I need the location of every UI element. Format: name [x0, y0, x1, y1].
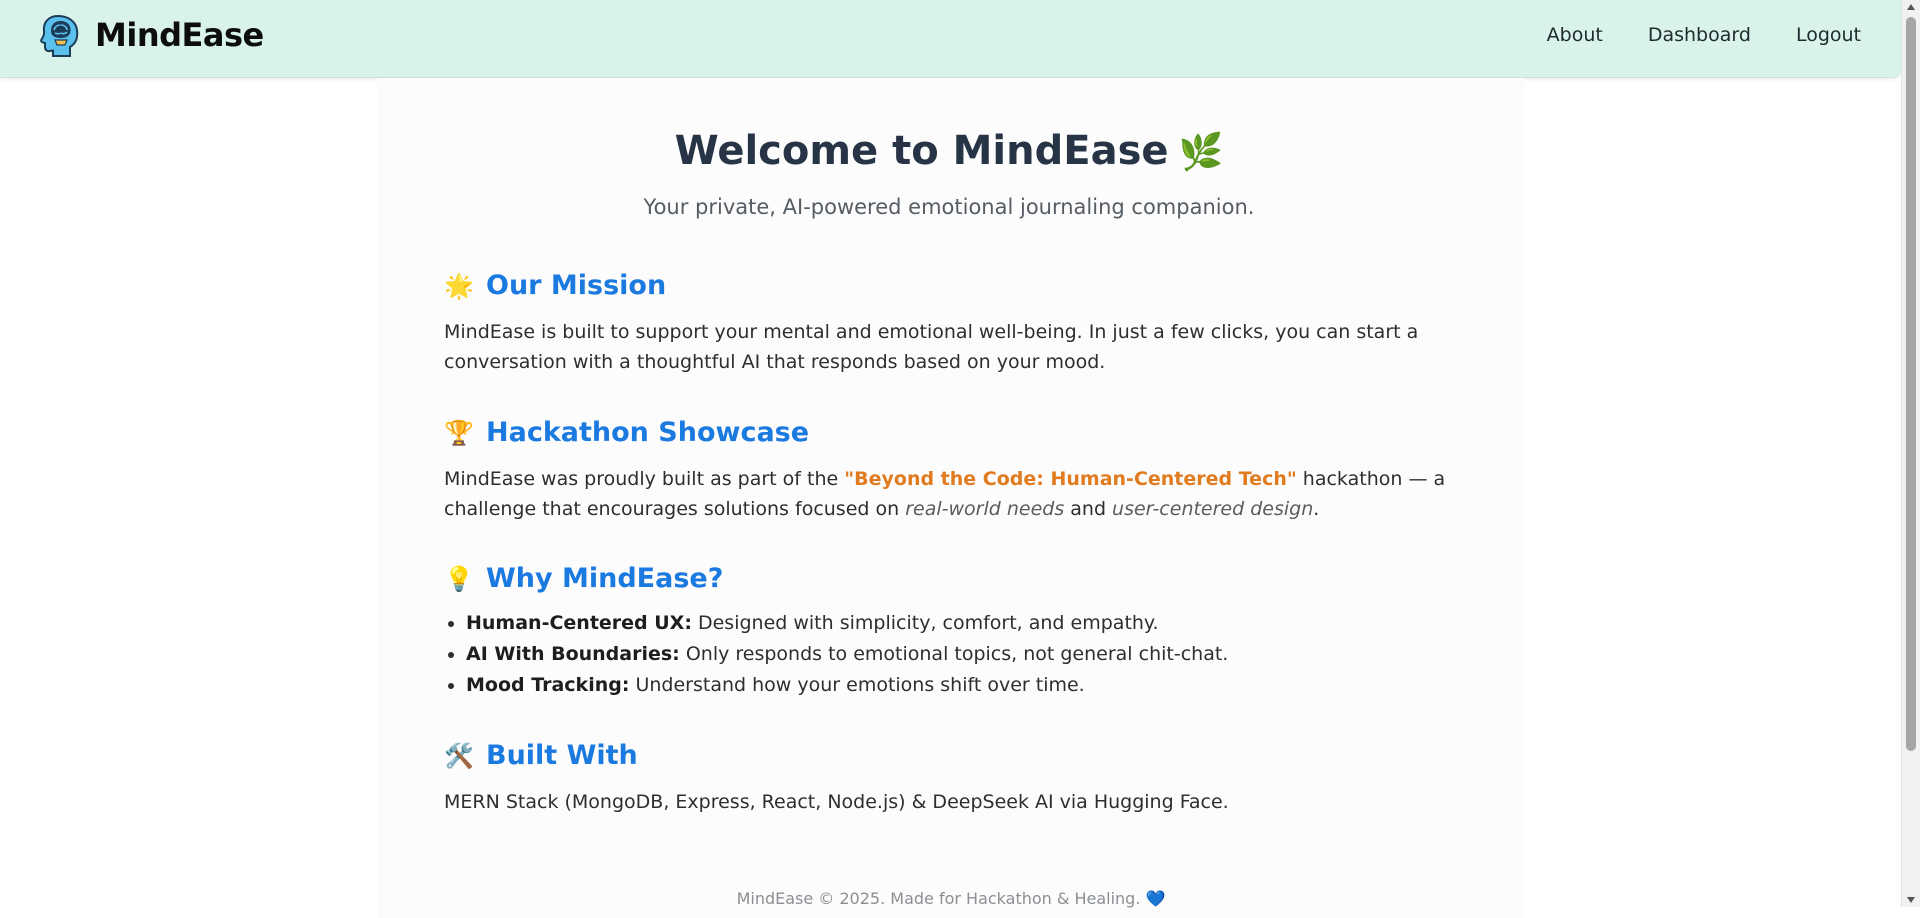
- page-title: Welcome to MindEase 🌿: [444, 128, 1454, 174]
- mission-heading-text: Our Mission: [486, 270, 667, 301]
- hackathon-text-part: and: [1064, 498, 1113, 520]
- footer: MindEase © 2025. Made for Hackathon & He…: [378, 889, 1524, 908]
- brand-link[interactable]: MindEase: [38, 12, 264, 58]
- nav-dashboard-link[interactable]: Dashboard: [1648, 24, 1751, 46]
- mission-section: 🌟 Our Mission MindEase is built to suppo…: [444, 270, 1454, 377]
- why-section: 💡 Why MindEase? Human-Centered UX: Desig…: [444, 563, 1454, 701]
- scroll-up-arrow-icon[interactable]: [1907, 4, 1915, 10]
- page-title-text: Welcome to MindEase: [674, 128, 1169, 174]
- nav-links: About Dashboard Logout: [1547, 24, 1861, 46]
- why-heading-text: Why MindEase?: [486, 563, 724, 594]
- tools-icon: 🛠️: [444, 741, 474, 770]
- vertical-scrollbar[interactable]: [1901, 0, 1920, 907]
- nav-about-link[interactable]: About: [1547, 24, 1603, 46]
- blue-heart-icon: 💙: [1145, 889, 1166, 908]
- scroll-thumb[interactable]: [1906, 17, 1916, 751]
- navbar: MindEase About Dashboard Logout: [0, 0, 1902, 78]
- feature-label: AI With Boundaries:: [466, 643, 680, 665]
- hackathon-name-highlight: "Beyond the Code: Human-Centered Tech": [844, 468, 1297, 490]
- hackathon-heading: 🏆 Hackathon Showcase: [444, 417, 1454, 448]
- feature-label: Mood Tracking:: [466, 674, 630, 696]
- hackathon-text-part: MindEase was proudly built as part of th…: [444, 468, 845, 490]
- brand-name: MindEase: [95, 16, 264, 54]
- lightbulb-icon: 💡: [444, 564, 474, 593]
- feature-list: Human-Centered UX: Designed with simplic…: [444, 608, 1454, 701]
- hackathon-text: MindEase was proudly built as part of th…: [444, 464, 1454, 524]
- feature-text: Understand how your emotions shift over …: [629, 674, 1085, 696]
- mission-text: MindEase is built to support your mental…: [444, 321, 1419, 373]
- scroll-down-arrow-icon[interactable]: [1907, 897, 1915, 903]
- list-item: Human-Centered UX: Designed with simplic…: [466, 608, 1454, 639]
- star-icon: 🌟: [444, 271, 474, 300]
- hackathon-section: 🏆 Hackathon Showcase MindEase was proudl…: [444, 417, 1454, 524]
- mission-heading: 🌟 Our Mission: [444, 270, 1454, 301]
- page-subtitle: Your private, AI-powered emotional journ…: [643, 195, 1255, 219]
- user-centered-design-emphasis: user-centered design: [1112, 498, 1314, 520]
- nav-logout-link[interactable]: Logout: [1796, 24, 1861, 46]
- leaf-icon: 🌿: [1178, 132, 1224, 173]
- footer-text: MindEase © 2025. Made for Hackathon & He…: [736, 889, 1141, 908]
- trophy-icon: 🏆: [444, 418, 474, 447]
- built-with-section: 🛠️ Built With MERN Stack (MongoDB, Expre…: [444, 740, 1454, 817]
- list-item: AI With Boundaries: Only responds to emo…: [466, 639, 1454, 670]
- why-heading: 💡 Why MindEase?: [444, 563, 1454, 594]
- built-with-text: MERN Stack (MongoDB, Express, React, Nod…: [444, 791, 1229, 813]
- brain-head-logo-icon: [40, 14, 79, 57]
- real-world-needs-emphasis: real-world needs: [905, 498, 1065, 520]
- feature-text: Designed with simplicity, comfort, and e…: [691, 612, 1159, 634]
- feature-label: Human-Centered UX:: [466, 612, 692, 634]
- built-with-heading-text: Built With: [486, 740, 638, 771]
- hackathon-heading-text: Hackathon Showcase: [486, 417, 810, 448]
- list-item: Mood Tracking: Understand how your emoti…: [466, 670, 1454, 701]
- feature-text: Only responds to emotional topics, not g…: [679, 643, 1229, 665]
- hackathon-text-part: .: [1313, 498, 1320, 520]
- built-with-heading: 🛠️ Built With: [444, 740, 1454, 771]
